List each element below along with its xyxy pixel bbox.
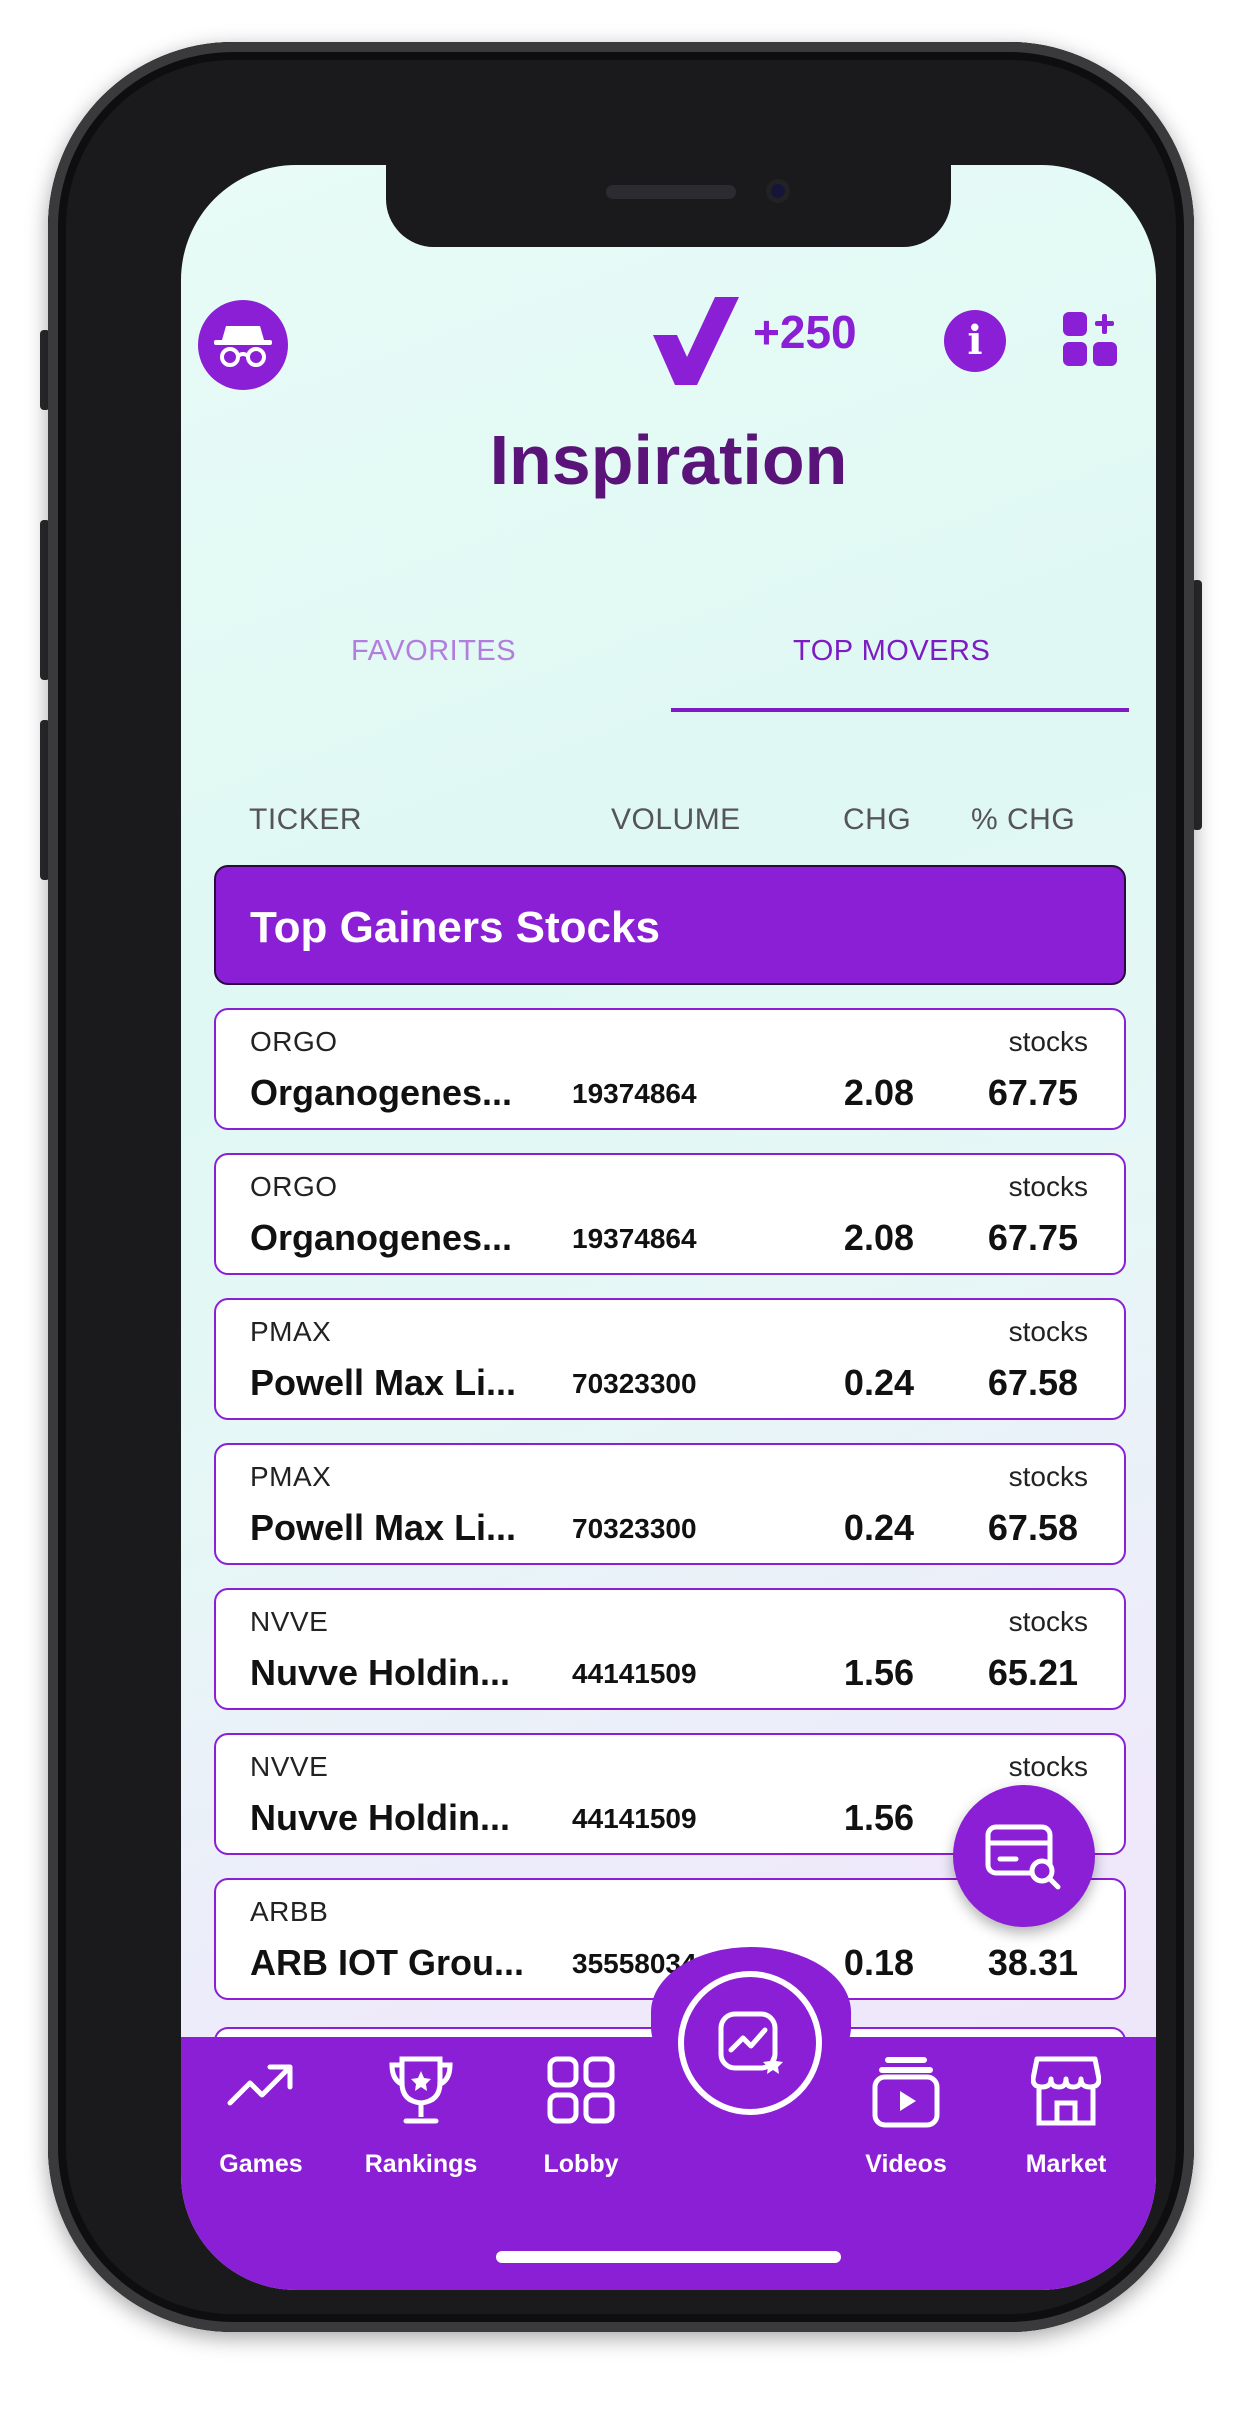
center-nav-button[interactable] — [684, 1977, 816, 2109]
row-pct-chg: 67.75 — [987, 1072, 1078, 1113]
tab-favorites[interactable]: FAVORITES — [351, 635, 516, 668]
front-camera — [766, 179, 790, 203]
row-chg: 0.18 — [843, 1942, 914, 1983]
row-ticker: ORGO — [250, 1171, 338, 1202]
row-volume: 70323300 — [572, 1513, 697, 1544]
row-pct-chg: 65.21 — [987, 1652, 1078, 1693]
points-counter: +250 — [753, 306, 857, 358]
row-volume: 19374864 — [572, 1078, 697, 1109]
row-ticker: NVVE — [250, 1751, 329, 1782]
nav-label: Games — [219, 2150, 303, 2178]
video-play-icon — [872, 2057, 940, 2128]
row-name: Organogenes... — [250, 1217, 513, 1258]
row-volume: 70323300 — [572, 1368, 697, 1399]
row-ticker: PMAX — [250, 1461, 332, 1492]
row-pct-chg: 67.75 — [987, 1217, 1078, 1258]
row-type: stocks — [1008, 1606, 1088, 1637]
section-title: Top Gainers Stocks — [250, 903, 660, 952]
tab-top-movers[interactable]: TOP MOVERS — [793, 635, 990, 668]
column-header-ticker[interactable]: TICKER — [249, 803, 362, 837]
row-name: Powell Max Li... — [250, 1362, 517, 1403]
row-type: stocks — [1008, 1461, 1088, 1492]
chart-star-icon — [718, 2011, 783, 2074]
speaker — [606, 185, 736, 199]
info-button[interactable]: i — [944, 310, 1006, 372]
table-row[interactable]: PMAX stocks Powell Max Li... 70323300 0.… — [214, 1298, 1126, 1420]
incognito-icon — [214, 326, 272, 367]
table-row[interactable]: ORGO stocks Organogenes... 19374864 2.08… — [214, 1153, 1126, 1275]
row-type: stocks — [1008, 1316, 1088, 1347]
table-row[interactable]: PMAX stocks Powell Max Li... 70323300 0.… — [214, 1443, 1126, 1565]
app-logo-icon — [653, 297, 739, 385]
row-pct-chg: 38.31 — [987, 1942, 1078, 1983]
nav-label: Videos — [865, 2150, 947, 2178]
row-chg: 2.08 — [843, 1072, 914, 1113]
storefront-icon — [1031, 2056, 1101, 2126]
row-name: Nuvve Holdin... — [250, 1652, 511, 1693]
row-chg: 2.08 — [843, 1217, 914, 1258]
page-title: Inspiration — [489, 421, 848, 499]
column-header-volume[interactable]: VOLUME — [611, 803, 741, 837]
add-widget-icon[interactable] — [1061, 310, 1121, 370]
row-ticker: ARBB — [250, 1896, 329, 1927]
row-volume: 19374864 — [572, 1223, 697, 1254]
row-type: stocks — [1008, 1026, 1088, 1057]
app-screen: +250 i Inspiration FAVORITES TOP MOVERS … — [181, 165, 1156, 2290]
row-type: stocks — [1008, 1751, 1088, 1782]
row-name: Nuvve Holdin... — [250, 1797, 511, 1838]
row-volume: 44141509 — [572, 1803, 697, 1834]
trophy-icon — [389, 2056, 453, 2124]
row-name: ARB IOT Grou... — [250, 1942, 524, 1983]
row-name: Organogenes... — [250, 1072, 513, 1113]
phone-frame: +250 i Inspiration FAVORITES TOP MOVERS … — [48, 42, 1194, 2332]
column-header-chg[interactable]: CHG — [843, 803, 911, 837]
trending-up-icon — [227, 2064, 293, 2106]
row-chg: 0.24 — [843, 1507, 914, 1548]
row-chg: 0.24 — [843, 1362, 914, 1403]
nav-label: Rankings — [364, 2150, 478, 2178]
row-ticker: NVVE — [250, 1606, 329, 1637]
card-search-icon — [985, 1824, 1061, 1890]
row-name: Powell Max Li... — [250, 1507, 517, 1548]
row-pct-chg: 67.58 — [987, 1362, 1078, 1403]
search-card-button[interactable] — [953, 1785, 1095, 1927]
row-type: stocks — [1008, 1171, 1088, 1202]
row-ticker: PMAX — [250, 1316, 332, 1347]
section-banner: Top Gainers Stocks — [214, 865, 1126, 985]
row-volume: 44141509 — [572, 1658, 697, 1689]
column-header-pct-chg[interactable]: % CHG — [971, 803, 1075, 837]
notch — [386, 165, 951, 247]
grid-icon — [547, 2056, 615, 2124]
table-row[interactable]: ORGO stocks Organogenes... 19374864 2.08… — [214, 1008, 1126, 1130]
home-indicator[interactable] — [496, 2251, 841, 2263]
nav-label: Market — [1025, 2150, 1107, 2178]
active-tab-indicator — [671, 708, 1129, 712]
row-chg: 1.56 — [843, 1652, 914, 1693]
row-pct-chg: 67.58 — [987, 1507, 1078, 1548]
info-icon: i — [967, 317, 983, 364]
row-chg: 1.56 — [843, 1797, 914, 1838]
table-row[interactable]: NVVE stocks Nuvve Holdin... 44141509 1.5… — [214, 1588, 1126, 1710]
incognito-button[interactable] — [198, 300, 288, 390]
nav-label: Lobby — [543, 2150, 619, 2178]
row-ticker: ORGO — [250, 1026, 338, 1057]
